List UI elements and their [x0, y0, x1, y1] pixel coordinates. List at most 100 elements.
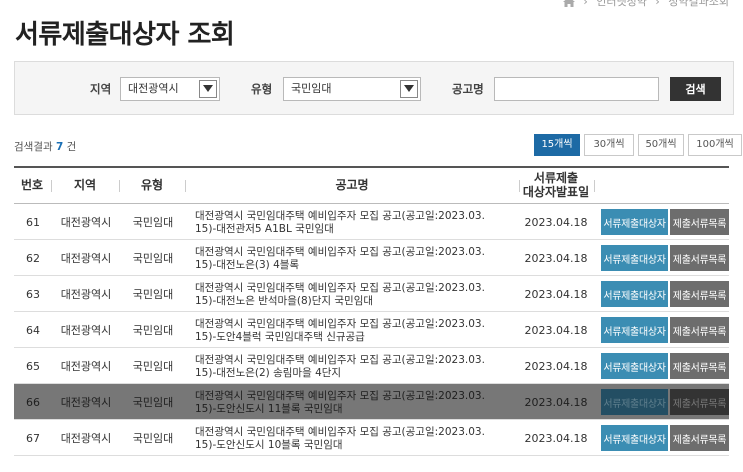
result-count: 검색결과 7 건: [14, 139, 76, 154]
submission-target-button[interactable]: 서류제출대상자: [601, 389, 668, 415]
result-count-suffix: 건: [66, 141, 77, 153]
home-icon[interactable]: [562, 0, 575, 7]
cell-region: 대전광역시: [60, 216, 112, 229]
cell-title-line2[interactable]: 15)-대전노은(2) 송림마을 4단지: [195, 367, 341, 380]
region-select-value: 대전광역시: [128, 82, 179, 95]
page-size-selector: 15개씩 30개씩 50개씩 100개씩: [534, 134, 742, 156]
cell-title-line1[interactable]: 대전광역시 국민임대주택 예비입주자 모집 공고(공고일:2023.03.: [195, 354, 485, 367]
page-size-30[interactable]: 30개씩: [584, 134, 634, 156]
table-row: 61 대전광역시 국민임대 대전광역시 국민임대주택 예비입주자 모집 공고(공…: [14, 204, 729, 240]
search-button[interactable]: 검색: [670, 77, 721, 101]
cell-title[interactable]: 대전광역시 국민임대주택 예비입주자 모집 공고(공고일:2023.03. 15…: [195, 348, 525, 384]
chevron-right-icon: ›: [583, 0, 588, 8]
cell-date: 2023.04.18: [524, 431, 588, 445]
cell-no: 62: [26, 251, 40, 265]
page-size-100[interactable]: 100개씩: [688, 134, 742, 156]
table-body: 61 대전광역시 국민임대 대전광역시 국민임대주택 예비입주자 모집 공고(공…: [14, 204, 729, 456]
cell-region: 대전광역시: [60, 396, 112, 409]
cell-title-line1[interactable]: 대전광역시 국민임대주택 예비입주자 모집 공고(공고일:2023.03.: [195, 318, 485, 331]
cell-title-line2[interactable]: 15)-도안4블럭 국민임대주택 신규공급: [195, 331, 365, 344]
header-no: 번호: [20, 178, 44, 193]
breadcrumb: › 인터넷청약 › 청약결과조회: [562, 0, 729, 9]
notice-label: 공고명: [452, 82, 484, 96]
cell-no: 64: [26, 323, 40, 337]
cell-no: 66: [26, 395, 40, 409]
cell-title[interactable]: 대전광역시 국민임대주택 예비입주자 모집 공고(공고일:2023.03. 15…: [195, 240, 525, 276]
table-header: 번호 지역 유형 공고명 서류제출 대상자발표일: [14, 166, 729, 204]
cell-title-line2[interactable]: 15)-도안신도시 10블록 국민임대: [195, 439, 343, 452]
required-documents-button[interactable]: 제출서류목록: [670, 281, 729, 307]
cell-date: 2023.04.18: [524, 323, 588, 337]
cell-title-line2[interactable]: 15)-대전노은(3) 4블록: [195, 259, 299, 272]
cell-title-line2[interactable]: 15)-대전관저5 A1BL 국민임대: [195, 223, 334, 236]
required-documents-button[interactable]: 제출서류목록: [670, 353, 729, 379]
required-documents-button[interactable]: 제출서류목록: [670, 317, 729, 343]
submission-target-button[interactable]: 서류제출대상자: [601, 245, 668, 271]
cell-type: 국민임대: [132, 252, 174, 265]
cell-title[interactable]: 대전광역시 국민임대주택 예비입주자 모집 공고(공고일:2023.03. 15…: [195, 312, 525, 348]
required-documents-button[interactable]: 제출서류목록: [670, 209, 729, 235]
breadcrumb-item[interactable]: 청약결과조회: [668, 0, 729, 8]
table-row: 63 대전광역시 국민임대 대전광역시 국민임대주택 예비입주자 모집 공고(공…: [14, 276, 729, 312]
chevron-right-icon: ›: [655, 0, 660, 8]
region-select[interactable]: 대전광역시: [120, 77, 220, 101]
cell-no: 63: [26, 287, 40, 301]
table-row: 67 대전광역시 국민임대 대전광역시 국민임대주택 예비입주자 모집 공고(공…: [14, 420, 729, 456]
header-date-line1: 서류제출: [533, 171, 579, 186]
cell-region: 대전광역시: [60, 288, 112, 301]
cell-no: 67: [26, 431, 40, 445]
cell-date: 2023.04.18: [524, 395, 588, 409]
cell-date: 2023.04.18: [524, 359, 588, 373]
required-documents-button[interactable]: 제출서류목록: [670, 245, 729, 271]
cell-type: 국민임대: [132, 396, 174, 409]
required-documents-button[interactable]: 제출서류목록: [670, 389, 729, 415]
cell-title-line1[interactable]: 대전광역시 국민임대주택 예비입주자 모집 공고(공고일:2023.03.: [195, 210, 485, 223]
submission-target-button[interactable]: 서류제출대상자: [601, 317, 668, 343]
region-label: 지역: [90, 82, 112, 96]
cell-no: 61: [26, 215, 40, 229]
chevron-down-icon[interactable]: [400, 80, 418, 98]
submission-target-button[interactable]: 서류제출대상자: [601, 425, 668, 451]
page-size-50[interactable]: 50개씩: [638, 134, 684, 156]
page-size-15[interactable]: 15개씩: [534, 134, 580, 156]
breadcrumb-item[interactable]: 인터넷청약: [596, 0, 647, 8]
cell-type: 국민임대: [132, 288, 174, 301]
result-count-number: 7: [55, 141, 64, 153]
cell-title-line1[interactable]: 대전광역시 국민임대주택 예비입주자 모집 공고(공고일:2023.03.: [195, 426, 485, 439]
chevron-down-icon[interactable]: [199, 80, 217, 98]
header-date: 서류제출 대상자발표일: [520, 168, 592, 204]
header-type: 유형: [140, 178, 164, 193]
required-documents-button[interactable]: 제출서류목록: [670, 425, 729, 451]
cell-title-line1[interactable]: 대전광역시 국민임대주택 예비입주자 모집 공고(공고일:2023.03.: [195, 390, 485, 403]
cell-type: 국민임대: [132, 432, 174, 445]
cell-type: 국민임대: [132, 324, 174, 337]
type-select[interactable]: 국민임대: [283, 77, 421, 101]
cell-title-line1[interactable]: 대전광역시 국민임대주택 예비입주자 모집 공고(공고일:2023.03.: [195, 282, 485, 295]
table-row: 62 대전광역시 국민임대 대전광역시 국민임대주택 예비입주자 모집 공고(공…: [14, 240, 729, 276]
submission-target-button[interactable]: 서류제출대상자: [601, 353, 668, 379]
cell-region: 대전광역시: [60, 252, 112, 265]
cell-date: 2023.04.18: [524, 287, 588, 301]
type-label: 유형: [251, 82, 273, 96]
submission-target-button[interactable]: 서류제출대상자: [601, 281, 668, 307]
notice-search-input[interactable]: [494, 77, 659, 101]
submission-target-button[interactable]: 서류제출대상자: [601, 209, 668, 235]
type-select-value: 국민임대: [291, 82, 332, 95]
cell-title-line2[interactable]: 15)-도안신도시 11블록 국민임대: [195, 403, 343, 416]
cell-date: 2023.04.18: [524, 251, 588, 265]
table-row-highlighted: 66 대전광역시 국민임대 대전광역시 국민임대주택 예비입주자 모집 공고(공…: [14, 384, 729, 420]
cell-date: 2023.04.18: [524, 215, 588, 229]
cell-title[interactable]: 대전광역시 국민임대주택 예비입주자 모집 공고(공고일:2023.03. 15…: [195, 204, 525, 240]
cell-type: 국민임대: [132, 360, 174, 373]
cell-title-line2[interactable]: 15)-대전노은 반석마을(8)단지 국민임대: [195, 295, 373, 308]
header-divider: [594, 180, 595, 192]
cell-no: 65: [26, 359, 40, 373]
cell-title[interactable]: 대전광역시 국민임대주택 예비입주자 모집 공고(공고일:2023.03. 15…: [195, 420, 525, 456]
cell-title[interactable]: 대전광역시 국민임대주택 예비입주자 모집 공고(공고일:2023.03. 15…: [195, 384, 525, 420]
cell-title-line1[interactable]: 대전광역시 국민임대주택 예비입주자 모집 공고(공고일:2023.03.: [195, 246, 485, 259]
cell-region: 대전광역시: [60, 432, 112, 445]
cell-title[interactable]: 대전광역시 국민임대주택 예비입주자 모집 공고(공고일:2023.03. 15…: [195, 276, 525, 312]
table-row: 65 대전광역시 국민임대 대전광역시 국민임대주택 예비입주자 모집 공고(공…: [14, 348, 729, 384]
cell-type: 국민임대: [132, 216, 174, 229]
result-table: 번호 지역 유형 공고명 서류제출 대상자발표일 61 대전광역시 국민임대 대…: [14, 166, 729, 456]
